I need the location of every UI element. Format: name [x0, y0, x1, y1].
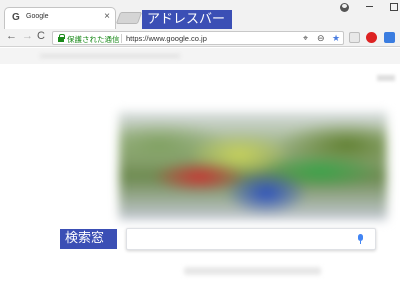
- google-doodle-image[interactable]: [119, 112, 387, 220]
- location-target-icon[interactable]: ⌖: [303, 33, 308, 44]
- minimize-button[interactable]: [366, 6, 373, 7]
- address-bar-annotation: アドレスバー: [142, 10, 232, 29]
- address-bar[interactable]: 保護された通信 https://www.google.co.jp ⌖ ⊖ ★: [52, 31, 344, 45]
- microphone-icon[interactable]: [358, 234, 363, 244]
- security-indicator[interactable]: 保護された通信: [67, 34, 120, 45]
- url-text[interactable]: https://www.google.co.jp: [126, 34, 207, 43]
- extension-icon-3[interactable]: [384, 32, 395, 43]
- new-tab-button[interactable]: [115, 12, 143, 24]
- bookmark-star-icon[interactable]: ★: [332, 33, 340, 44]
- back-button[interactable]: ←: [6, 30, 17, 42]
- search-input[interactable]: [126, 228, 376, 250]
- maximize-button[interactable]: [390, 3, 398, 11]
- search-box-annotation: 検索窓: [60, 229, 117, 249]
- omnibox-divider: [121, 34, 122, 43]
- blurred-search-buttons: [184, 267, 321, 275]
- tab-strip: G Google × アドレスバー: [0, 0, 400, 29]
- page-content: [0, 48, 400, 292]
- extension-icon-1[interactable]: [349, 32, 360, 43]
- blurred-top-links: [0, 48, 400, 64]
- lock-icon: [58, 34, 65, 42]
- blurred-corner-link: [377, 75, 395, 81]
- browser-toolbar: ← → C 保護された通信 https://www.google.co.jp ⌖…: [0, 29, 400, 47]
- tab-title: Google: [26, 13, 49, 20]
- browser-tab[interactable]: G Google ×: [4, 7, 116, 29]
- close-icon[interactable]: ×: [104, 11, 110, 22]
- google-g-icon: G: [12, 12, 20, 23]
- reload-button[interactable]: C: [37, 30, 45, 42]
- profile-icon[interactable]: [340, 3, 349, 12]
- forward-button[interactable]: →: [22, 30, 33, 42]
- zoom-icon[interactable]: ⊖: [317, 33, 325, 44]
- extension-icon-2[interactable]: [366, 32, 377, 43]
